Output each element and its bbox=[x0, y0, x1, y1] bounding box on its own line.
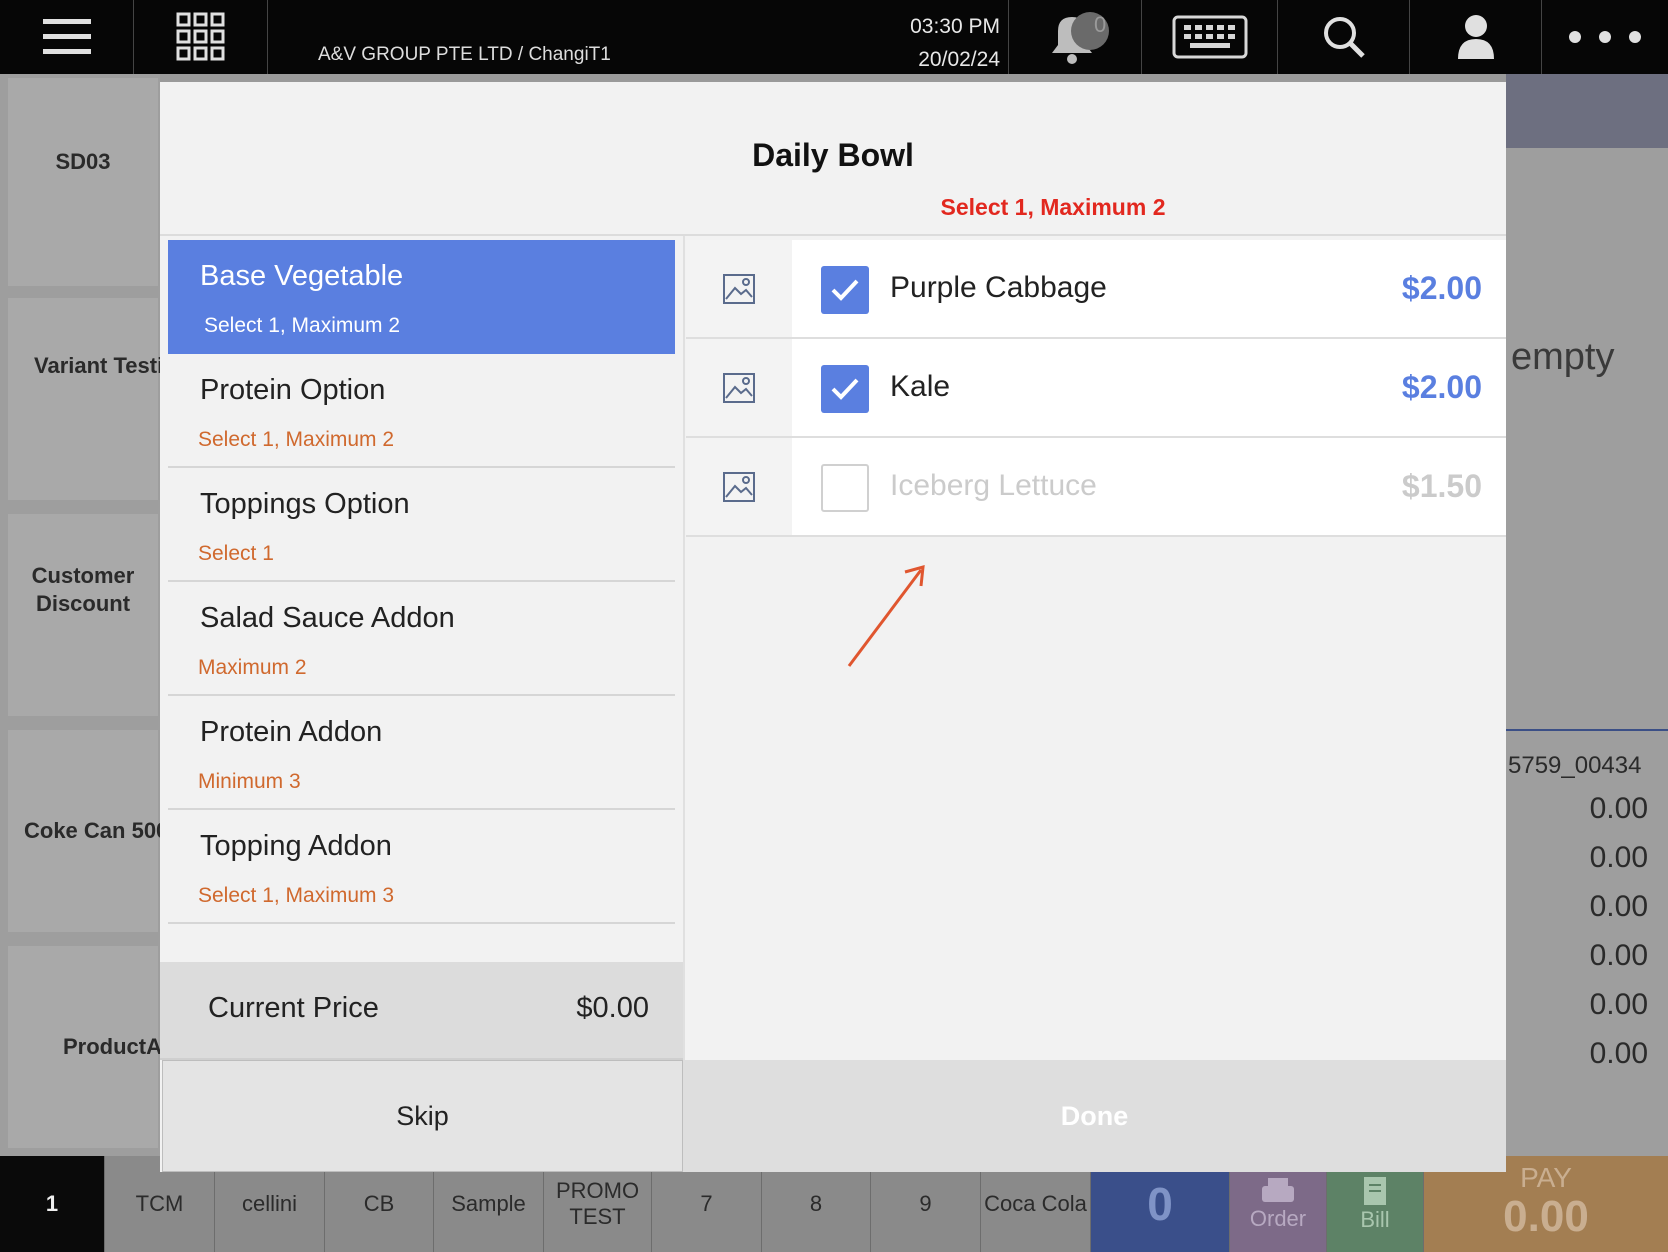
product-tile[interactable]: Coke Can 500 bbox=[8, 730, 168, 932]
option-checkbox[interactable] bbox=[821, 266, 869, 314]
modifier-option-list: Purple Cabbage $2.00 Kale $2.00 Iceberg … bbox=[686, 240, 1506, 537]
modifier-dialog: Daily Bowl Select 1, Maximum 2 Base Vege… bbox=[160, 82, 1506, 1172]
image-placeholder-icon bbox=[686, 438, 792, 535]
dialog-selection-rule: Select 1, Maximum 2 bbox=[940, 194, 1166, 220]
top-bar: A&V GROUP PTE LTD / ChangiT1 03:30 PM 20… bbox=[0, 0, 1668, 74]
skip-button[interactable]: Skip bbox=[162, 1060, 683, 1172]
search-button[interactable] bbox=[1278, 0, 1410, 74]
group-rule: Select 1, Maximum 2 bbox=[204, 314, 401, 337]
option-row-purple-cabbage[interactable]: Purple Cabbage $2.00 bbox=[686, 240, 1506, 339]
apps-grid-icon bbox=[176, 12, 224, 61]
product-tile[interactable]: SD03 bbox=[8, 78, 158, 286]
summary-value: 0.00 bbox=[1589, 988, 1648, 1021]
image-placeholder-icon bbox=[686, 240, 792, 337]
bill-label: Bill bbox=[1360, 1207, 1390, 1232]
option-name: Iceberg Lettuce bbox=[890, 469, 1097, 502]
printer-icon bbox=[1262, 1178, 1294, 1202]
option-price: $2.00 bbox=[1401, 369, 1482, 405]
summary-value: 0.00 bbox=[1589, 841, 1648, 874]
pay-label: PAY bbox=[1520, 1162, 1572, 1193]
notification-count: 0 bbox=[1094, 12, 1107, 37]
modifier-group-base-vegetable[interactable]: Base Vegetable Select 1, Maximum 2 bbox=[168, 240, 675, 354]
group-rule: Select 1 bbox=[198, 542, 274, 565]
order-panel: empty 5759_00434 0.00 0.00 0.00 0.00 0.0… bbox=[1506, 74, 1668, 1156]
summary-value: 0.00 bbox=[1589, 939, 1648, 972]
option-checkbox[interactable] bbox=[821, 365, 869, 413]
product-tile-label: Customer Discount bbox=[31, 563, 135, 616]
annotation-arrow-icon bbox=[847, 564, 925, 667]
company-name: A&V GROUP PTE LTD / ChangiT1 bbox=[318, 44, 611, 65]
product-grid: SD03 Variant Testi Customer Discount Cok… bbox=[0, 74, 168, 1156]
product-tile-label: SD03 bbox=[55, 149, 111, 174]
checkmark-icon bbox=[831, 279, 859, 301]
order-panel-header bbox=[1506, 74, 1668, 148]
product-tile[interactable]: Variant Testi bbox=[8, 298, 163, 500]
modifier-group-list: Base Vegetable Select 1, Maximum 2 Prote… bbox=[168, 240, 675, 924]
keyboard-button[interactable] bbox=[1142, 0, 1278, 74]
date-label: 20/02/24 bbox=[918, 48, 1000, 71]
current-price-label: Current Price bbox=[208, 992, 379, 1024]
image-placeholder-icon bbox=[686, 339, 792, 436]
hamburger-menu-icon bbox=[42, 19, 91, 54]
option-name: Kale bbox=[890, 370, 951, 403]
group-rule: Select 1, Maximum 2 bbox=[198, 428, 395, 451]
more-button[interactable] bbox=[1542, 0, 1668, 74]
option-row-kale[interactable]: Kale $2.00 bbox=[686, 339, 1506, 438]
group-rule: Minimum 3 bbox=[198, 770, 301, 793]
done-button[interactable]: Done bbox=[683, 1060, 1506, 1172]
option-price: $1.50 bbox=[1401, 468, 1482, 504]
group-rule: Select 1, Maximum 3 bbox=[198, 884, 395, 907]
group-name: Protein Option bbox=[200, 374, 386, 406]
product-tile-label: ProductA bbox=[63, 1034, 162, 1059]
current-price-value: $0.00 bbox=[576, 992, 649, 1024]
modifier-group-protein-option[interactable]: Protein Option Select 1, Maximum 2 bbox=[168, 354, 675, 468]
order-panel-divider bbox=[1506, 729, 1668, 731]
menu-button[interactable] bbox=[0, 0, 134, 74]
more-dots-icon bbox=[1569, 31, 1641, 43]
group-name: Toppings Option bbox=[200, 488, 410, 520]
group-rule: Maximum 2 bbox=[198, 656, 307, 679]
order-label: Order bbox=[1249, 1206, 1307, 1231]
keyboard-icon bbox=[1172, 15, 1247, 59]
summary-value: 0.00 bbox=[1589, 890, 1648, 923]
option-name: Purple Cabbage bbox=[890, 271, 1107, 304]
product-tile-label: Variant Testi bbox=[34, 353, 164, 378]
apps-button[interactable] bbox=[134, 0, 268, 74]
datetime: 03:30 PM 20/02/24 bbox=[860, 10, 1000, 76]
group-name: Salad Sauce Addon bbox=[200, 602, 455, 634]
modifier-group-topping-addon[interactable]: Topping Addon Select 1, Maximum 3 bbox=[168, 810, 675, 924]
modifier-group-toppings-option[interactable]: Toppings Option Select 1 bbox=[168, 468, 675, 582]
group-name: Protein Addon bbox=[200, 716, 383, 748]
modifier-group-salad-sauce-addon[interactable]: Salad Sauce Addon Maximum 2 bbox=[168, 582, 675, 696]
order-id: 5759_00434 bbox=[1508, 752, 1642, 779]
group-name: Base Vegetable bbox=[200, 260, 404, 292]
product-tile[interactable]: Customer Discount bbox=[8, 514, 158, 716]
summary-value: 0.00 bbox=[1589, 1037, 1648, 1070]
receipt-icon bbox=[1364, 1177, 1386, 1205]
option-price: $2.00 bbox=[1401, 270, 1482, 306]
pay-amount: 0.00 bbox=[1503, 1192, 1589, 1241]
table-number[interactable]: 1 bbox=[0, 1156, 105, 1252]
option-checkbox[interactable] bbox=[821, 464, 869, 512]
panel-divider bbox=[683, 236, 685, 1172]
time-label: 03:30 PM bbox=[910, 15, 1000, 38]
modifier-group-protein-addon[interactable]: Protein Addon Minimum 3 bbox=[168, 696, 675, 810]
current-price-bar: Current Price $0.00 bbox=[160, 962, 683, 1060]
product-tile[interactable]: ProductA bbox=[8, 946, 162, 1148]
header-divider bbox=[160, 234, 1506, 236]
group-name: Topping Addon bbox=[200, 830, 392, 862]
option-row-iceberg-lettuce[interactable]: Iceberg Lettuce $1.50 bbox=[686, 438, 1506, 537]
user-button[interactable] bbox=[1410, 0, 1542, 74]
notifications-button[interactable]: 0 bbox=[1008, 0, 1142, 74]
product-tile-label: Coke Can 500 bbox=[24, 818, 169, 843]
search-icon bbox=[1323, 17, 1365, 58]
empty-cart-text: empty bbox=[1511, 336, 1615, 378]
user-icon bbox=[1457, 15, 1494, 59]
summary-value: 0.00 bbox=[1589, 792, 1648, 825]
dialog-title: Daily Bowl bbox=[752, 137, 914, 173]
checkmark-icon bbox=[831, 378, 859, 400]
